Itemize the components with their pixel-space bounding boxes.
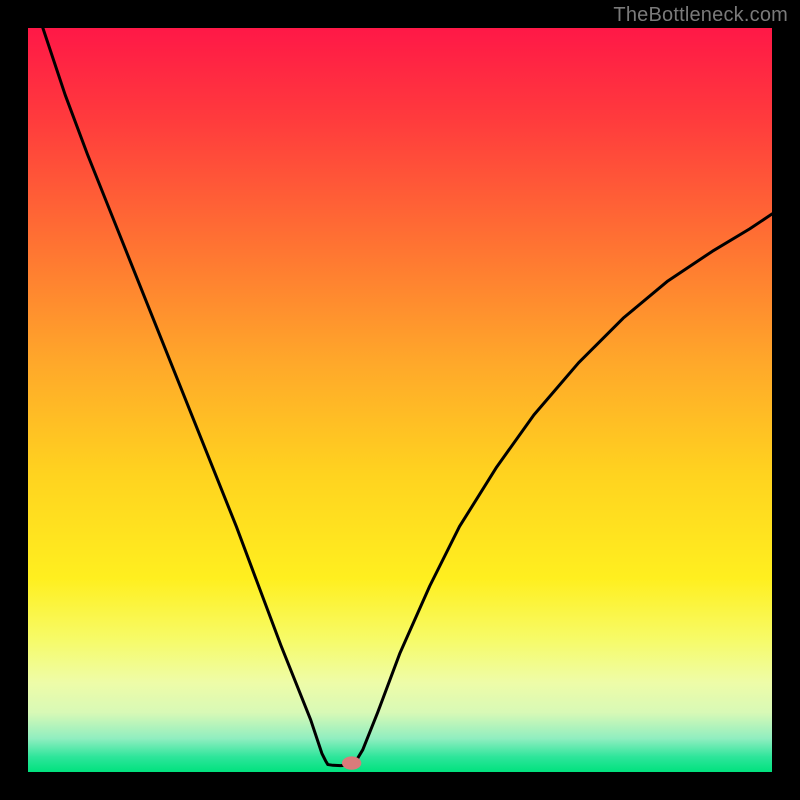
plot-area bbox=[28, 28, 772, 772]
bottleneck-curve-chart bbox=[28, 28, 772, 772]
gradient-background bbox=[28, 28, 772, 772]
optimum-marker bbox=[342, 756, 361, 769]
watermark-text: TheBottleneck.com bbox=[613, 4, 788, 27]
chart-frame: TheBottleneck.com bbox=[0, 0, 800, 800]
